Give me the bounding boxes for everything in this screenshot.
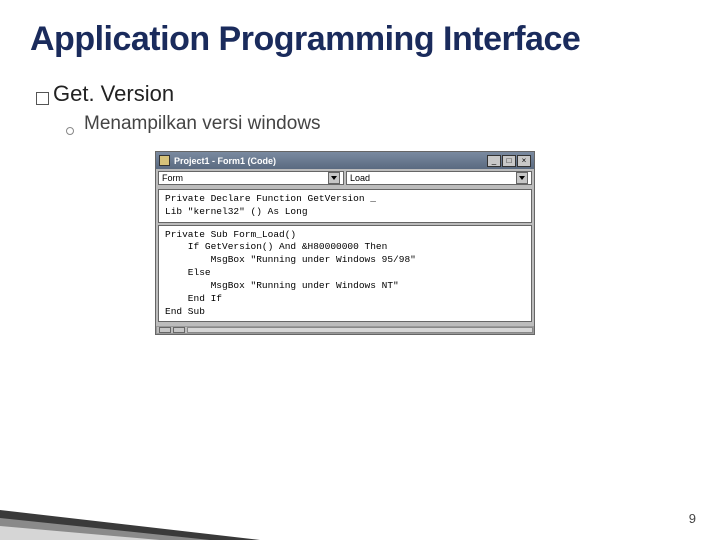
object-proc-selectors: Form Load [156, 169, 534, 187]
chevron-down-icon [328, 172, 340, 184]
square-bullet-icon [36, 92, 49, 105]
bullet1-text: Get. Version [53, 81, 174, 107]
decorative-wedge-icon [0, 480, 260, 540]
minimize-button[interactable]: _ [487, 155, 501, 167]
maximize-button[interactable]: □ [502, 155, 516, 167]
circle-bullet-icon [66, 127, 74, 135]
bullet-level-1: Get. Version [36, 81, 690, 107]
horizontal-scroll-track[interactable] [187, 327, 533, 333]
close-button[interactable]: × [517, 155, 531, 167]
view-toggle-icon[interactable] [159, 327, 171, 333]
procedure-dropdown-value: Load [350, 173, 516, 183]
window-controls: _ □ × [487, 155, 531, 167]
object-dropdown-value: Form [162, 173, 328, 183]
view-toggle-icon[interactable] [173, 327, 185, 333]
sub-block: Private Sub Form_Load() If GetVersion() … [158, 225, 532, 323]
page-number: 9 [689, 511, 696, 526]
code-area: Private Declare Function GetVersion _ Li… [156, 187, 534, 326]
bullet-level-2: Menampilkan versi windows [66, 113, 690, 135]
slide-title: Application Programming Interface [30, 20, 690, 59]
procedure-dropdown[interactable]: Load [346, 171, 532, 185]
form-icon [159, 155, 170, 166]
object-dropdown[interactable]: Form [158, 171, 344, 185]
titlebar: Project1 - Form1 (Code) _ □ × [156, 152, 534, 169]
chevron-down-icon [516, 172, 528, 184]
bottom-scrollbar[interactable] [156, 326, 534, 334]
declarations-block: Private Declare Function GetVersion _ Li… [158, 189, 532, 223]
window-title: Project1 - Form1 (Code) [174, 156, 487, 166]
code-window: Project1 - Form1 (Code) _ □ × Form Load [155, 151, 535, 335]
bullet2-text: Menampilkan versi windows [84, 113, 321, 135]
